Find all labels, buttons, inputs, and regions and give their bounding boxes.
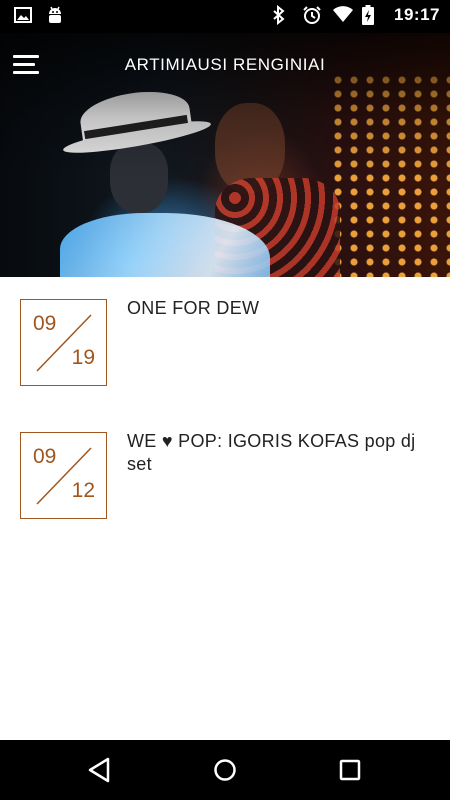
date-month: 09: [33, 312, 57, 335]
date-day: 12: [71, 479, 95, 502]
alarm-icon: [302, 5, 322, 25]
date-day: 19: [71, 346, 95, 369]
back-icon[interactable]: [84, 755, 116, 785]
page-title: ARTIMIAUSI RENGINIAI: [124, 55, 326, 74]
event-title: WE ♥ POP: IGORIS KOFAS pop dj set: [127, 431, 416, 474]
date-badge: 09 12: [20, 432, 107, 519]
battery-charging-icon: [362, 5, 382, 25]
event-item[interactable]: 09 19 ONE FOR DEW: [0, 277, 450, 410]
image-icon: [14, 6, 34, 26]
navigation-bar: [0, 740, 450, 800]
app-header: ARTIMIAUSI RENGINIAI: [0, 33, 450, 99]
screen: 19:17 ARTIMIAUSI RENGINIAI 09 19 ONE FOR…: [0, 0, 450, 800]
date-month: 09: [33, 445, 57, 468]
home-icon[interactable]: [209, 755, 241, 785]
recent-apps-icon[interactable]: [334, 755, 366, 785]
clock: 19:17: [394, 5, 440, 24]
android-icon: [46, 6, 66, 26]
wifi-icon: [332, 5, 354, 25]
date-badge: 09 19: [20, 299, 107, 386]
status-bar: 19:17: [0, 0, 450, 33]
event-list: 09 19 ONE FOR DEW 09 12 WE ♥ POP: IGORIS…: [0, 277, 450, 543]
bluetooth-icon: [272, 4, 292, 26]
event-title: ONE FOR DEW: [127, 298, 260, 318]
event-item[interactable]: 09 12 WE ♥ POP: IGORIS KOFAS pop dj set: [0, 410, 450, 543]
